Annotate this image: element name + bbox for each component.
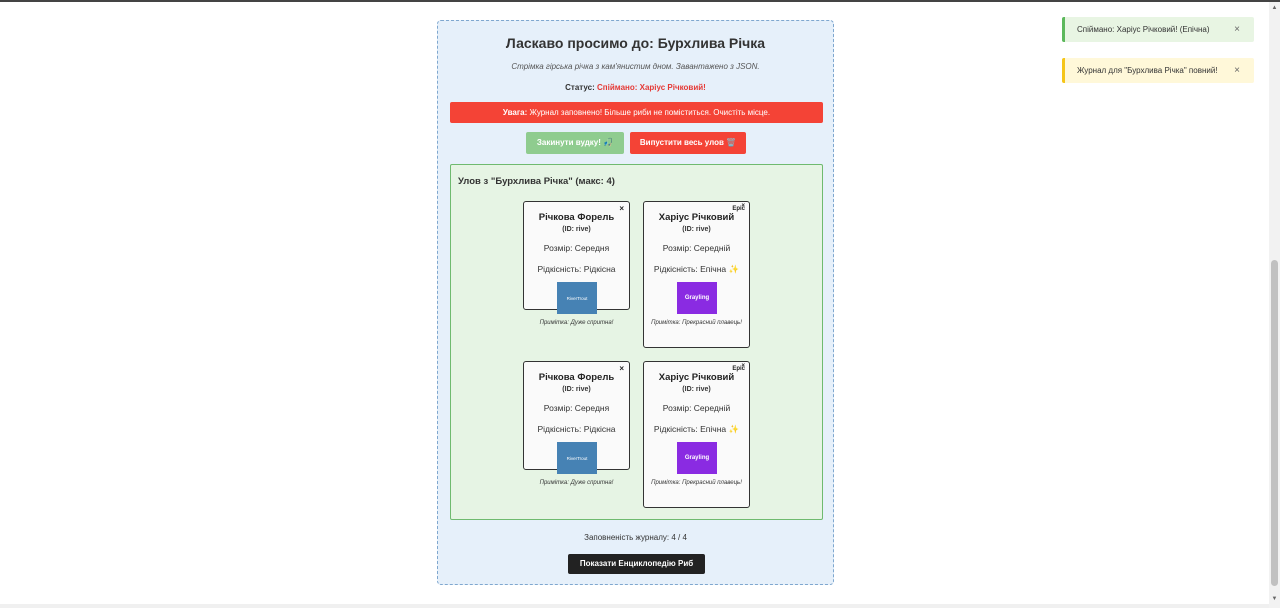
fish-size: Розмір: Середній — [662, 403, 731, 413]
toast-text: Спіймано: Харіус Річковий! (Епічна) — [1077, 25, 1210, 34]
fish-rarity: Рідкісність: Епічна ✨ — [653, 264, 740, 274]
fish-id: (ID: rive) — [562, 386, 591, 393]
release-all-button[interactable]: Випустити весь улов 🗑️ — [630, 132, 746, 154]
catch-title: Улов з "Бурхлива Річка" (макс: 4) — [458, 176, 615, 187]
toast-caught: Спіймано: Харіус Річковий! (Епічна) × — [1062, 17, 1254, 42]
toast-close-button[interactable]: × — [1234, 17, 1240, 42]
catch-container: Улов з "Бурхлива Річка" (макс: 4) × Річк… — [450, 164, 823, 520]
fish-rarity: Рідкісність: Рідкісна — [537, 424, 616, 434]
fish-id: (ID: rive) — [682, 386, 711, 393]
journal-fill-status: Заповненість журналу: 4 / 4 — [584, 533, 687, 542]
vertical-scrollbar[interactable]: ▲ ▼ — [1269, 2, 1280, 608]
warning-text: Журнал заповнено! Більше риби не помісти… — [529, 108, 771, 117]
fish-image: RiverTrout — [557, 442, 597, 474]
fish-card: Epic × Харіус Річковий (ID: rive) Розмір… — [643, 361, 750, 508]
fish-id: (ID: rive) — [682, 226, 711, 233]
remove-fish-button[interactable]: × — [741, 203, 745, 209]
fish-card: × Річкова Форель (ID: rive) Розмір: Сере… — [523, 361, 630, 486]
fish-image: Grayling — [677, 442, 717, 474]
scroll-down-arrow-icon[interactable]: ▼ — [1271, 596, 1278, 602]
toast-close-button[interactable]: × — [1234, 58, 1240, 83]
fish-note: Примітка: Прекрасний плавець! — [651, 480, 742, 486]
status-value: Спіймано: Харіус Річковий! — [597, 83, 706, 92]
browser-top-border — [0, 0, 1280, 2]
scrollbar-thumb[interactable] — [1271, 260, 1278, 586]
remove-fish-button[interactable]: × — [741, 363, 745, 369]
location-panel: Ласкаво просимо до: Бурхлива Річка Стрім… — [437, 20, 834, 585]
status-label: Статус: — [565, 83, 595, 92]
status-line: Статус: Спіймано: Харіус Річковий! — [438, 83, 833, 92]
fish-image: Grayling — [677, 282, 717, 314]
location-description: Стрімка гірська річка з кам'янистим дном… — [511, 62, 760, 71]
fish-rarity: Рідкісність: Епічна ✨ — [653, 424, 740, 434]
fish-name: Річкова Форель — [538, 372, 615, 383]
fish-name: Харіус Річковий — [658, 372, 735, 383]
scroll-up-arrow-icon[interactable]: ▲ — [1271, 5, 1278, 11]
fish-note: Примітка: Дуже спритна! — [539, 480, 614, 486]
warning-label: Увага: — [502, 108, 528, 117]
fish-image: RiverTrout — [557, 282, 597, 314]
toast-journal-full: Журнал для "Бурхлива Річка" повний! × — [1062, 58, 1254, 83]
bottom-edge — [0, 604, 1269, 608]
show-encyclopedia-button[interactable]: Показати Енциклопедію Риб — [568, 554, 705, 574]
fish-card: × Річкова Форель (ID: rive) Розмір: Сере… — [523, 201, 630, 326]
fish-name: Харіус Річковий — [658, 212, 735, 223]
fish-note: Примітка: Дуже спритна! — [539, 320, 614, 326]
fish-size: Розмір: Середня — [543, 403, 610, 413]
location-title: Ласкаво просимо до: Бурхлива Річка — [505, 35, 766, 51]
fish-rarity: Рідкісність: Рідкісна — [537, 264, 616, 274]
fish-name: Річкова Форель — [538, 212, 615, 223]
cast-rod-button[interactable]: Закинути вудку! 🎣 — [526, 132, 624, 154]
journal-full-warning: Увага: Журнал заповнено! Більше риби не … — [450, 102, 823, 123]
toast-text: Журнал для "Бурхлива Річка" повний! — [1077, 66, 1218, 75]
fish-card: Epic × Харіус Річковий (ID: rive) Розмір… — [643, 201, 750, 348]
fish-size: Розмір: Середня — [543, 243, 610, 253]
fish-note: Примітка: Прекрасний плавець! — [651, 320, 742, 326]
fish-id: (ID: rive) — [562, 226, 591, 233]
fish-size: Розмір: Середній — [662, 243, 731, 253]
